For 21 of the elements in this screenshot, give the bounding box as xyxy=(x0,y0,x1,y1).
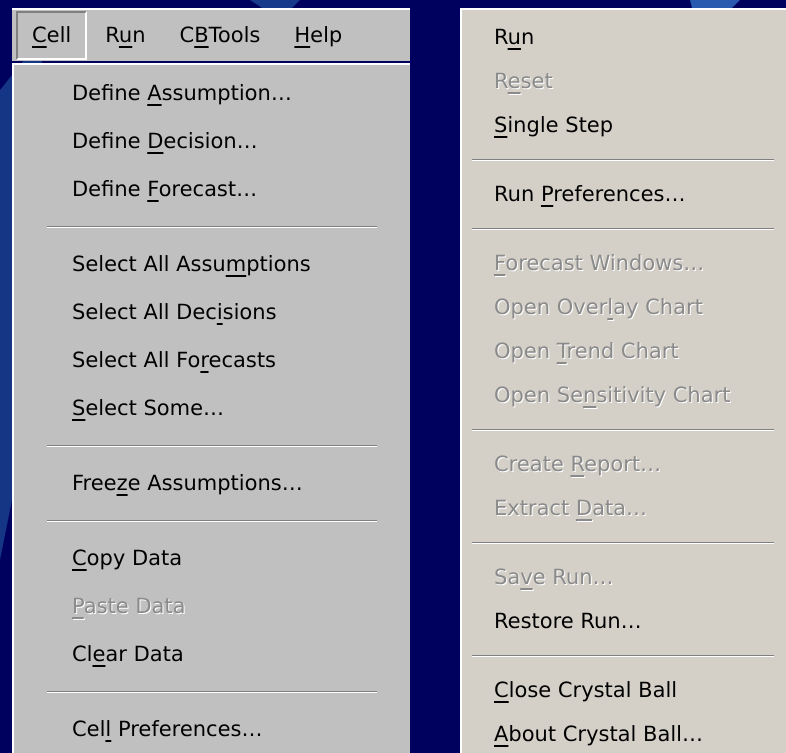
menu-item[interactable]: Cell Preferences… xyxy=(72,714,262,744)
menu-bar-item[interactable]: Help xyxy=(278,11,358,60)
menu-item[interactable]: Define Forecast… xyxy=(72,174,258,204)
menu-bar-item[interactable]: CBTools xyxy=(164,11,276,60)
menu-item[interactable]: Define Decision… xyxy=(72,126,258,156)
menu-item[interactable]: Clear Data xyxy=(72,640,184,668)
menu-item[interactable]: Run Preferences… xyxy=(494,180,686,208)
menu-bar-item[interactable]: Run xyxy=(89,11,162,60)
menu-item[interactable]: Select All Decisions xyxy=(72,298,277,326)
menu-item[interactable]: Select All Assumptions xyxy=(72,250,311,278)
menu-item[interactable]: Select All Forecasts xyxy=(72,346,276,374)
menu-bar-item[interactable]: Cell xyxy=(16,11,88,60)
menu-item[interactable]: Single Step xyxy=(494,110,614,140)
menu-item[interactable]: Restore Run… xyxy=(494,606,642,636)
menu-item[interactable]: About Crystal Ball… xyxy=(494,720,703,748)
menu-item[interactable]: Run xyxy=(494,22,534,52)
menu-item[interactable]: Close Crystal Ball xyxy=(494,676,678,704)
menu-item[interactable]: Freeze Assumptions… xyxy=(72,468,303,498)
menu-item[interactable]: Copy Data xyxy=(72,544,182,572)
menu-item[interactable]: Select Some… xyxy=(72,394,224,422)
menu-item[interactable]: Define Assumption… xyxy=(72,78,292,108)
